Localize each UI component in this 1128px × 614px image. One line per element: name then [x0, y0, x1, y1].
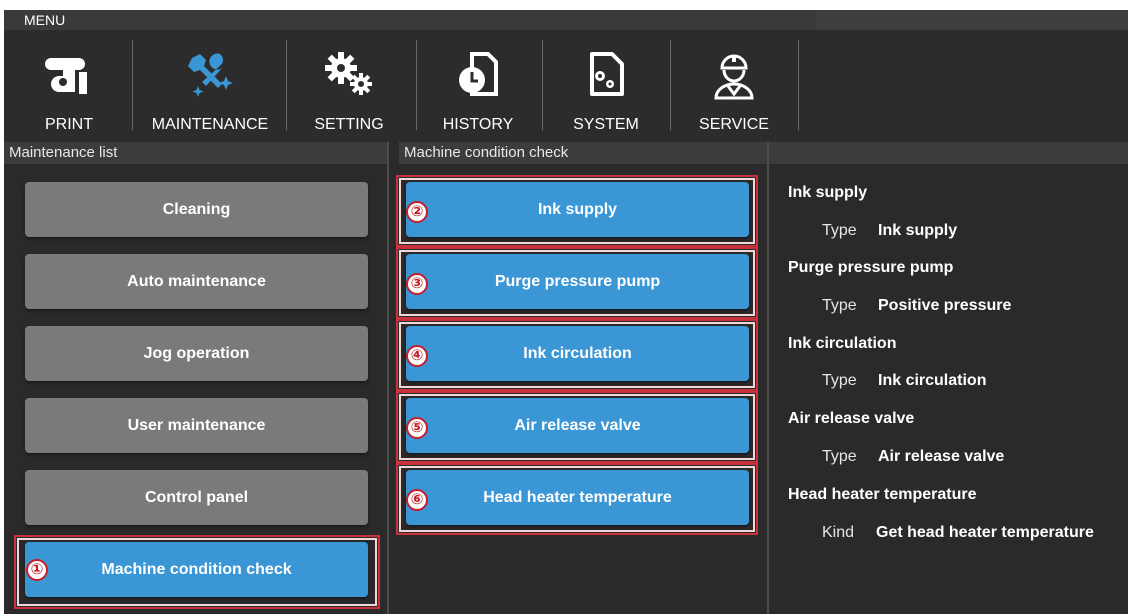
toolbar-system[interactable]: SYSTEM: [566, 30, 646, 142]
history-icon: [448, 44, 508, 104]
check-item-ink-circulation[interactable]: Ink circulation: [406, 326, 749, 381]
callout-number: ②: [406, 201, 428, 223]
print-icon: [39, 44, 99, 104]
maintenance-list-header: Maintenance list: [4, 142, 387, 164]
callout-number: ⑤: [406, 417, 428, 439]
detail-key: Type: [822, 222, 857, 239]
toolbar-separator: [132, 40, 133, 130]
maintenance-item-auto-maintenance[interactable]: Auto maintenance: [25, 254, 368, 309]
maintenance-item-control-panel[interactable]: Control panel: [25, 470, 368, 525]
maintenance-item-user-maintenance[interactable]: User maintenance: [25, 398, 368, 453]
maintenance-item-machine-condition-check[interactable]: Machine condition check: [25, 542, 368, 597]
maintenance-icon: [180, 44, 240, 104]
toolbar-print[interactable]: PRINT: [34, 30, 104, 142]
maintenance-item-cleaning[interactable]: Cleaning: [25, 182, 368, 237]
detail-value: Positive pressure: [878, 297, 1012, 314]
panel-divider: [767, 142, 769, 614]
toolbar-history[interactable]: HISTORY: [434, 30, 522, 142]
toolbar-print-label: PRINT: [45, 116, 93, 133]
callout-number: ⑥: [406, 489, 428, 511]
detail-key: Type: [822, 448, 857, 465]
system-icon: [576, 44, 636, 104]
toolbar-separator: [670, 40, 671, 130]
condition-check-header: Machine condition check: [399, 142, 767, 164]
toolbar-separator: [286, 40, 287, 130]
details-header: [769, 142, 1128, 164]
detail-value: Get head heater temperature: [876, 524, 1094, 541]
check-item-head-heater-temperature[interactable]: Head heater temperature: [406, 470, 749, 525]
check-item-air-release-valve[interactable]: Air release valve: [406, 398, 749, 453]
gears-icon: [319, 44, 379, 104]
toolbar-separator: [798, 40, 799, 130]
toolbar-maintenance-label: MAINTENANCE: [151, 116, 269, 133]
check-item-ink-supply[interactable]: Ink supply: [406, 182, 749, 237]
detail-title: Ink circulation: [788, 335, 897, 352]
toolbar-maintenance[interactable]: MAINTENANCE: [144, 30, 276, 142]
panel-divider: [387, 142, 389, 614]
detail-value: Air release valve: [878, 448, 1005, 465]
toolbar-history-label: HISTORY: [442, 116, 514, 133]
menu-bar-filler: [816, 10, 1128, 30]
toolbar-setting-label: SETTING: [314, 116, 384, 133]
app-window: MENU PRINT MAINTENANCE SETTING HISTORY S…: [4, 10, 1128, 614]
toolbar-service[interactable]: SERVICE: [694, 30, 774, 142]
detail-key: Type: [822, 372, 857, 389]
toolbar-separator: [542, 40, 543, 130]
detail-title: Ink supply: [788, 184, 868, 201]
main-toolbar: PRINT MAINTENANCE SETTING HISTORY SYSTEM…: [4, 30, 1128, 142]
detail-key: Type: [822, 297, 857, 314]
toolbar-service-label: SERVICE: [699, 116, 769, 133]
callout-number: ①: [26, 559, 48, 581]
toolbar-separator: [416, 40, 417, 130]
detail-key: Kind: [822, 524, 855, 541]
toolbar-system-label: SYSTEM: [573, 116, 639, 133]
service-icon: [704, 44, 764, 104]
maintenance-item-jog-operation[interactable]: Jog operation: [25, 326, 368, 381]
callout-number: ④: [406, 345, 428, 367]
check-item-purge-pressure-pump[interactable]: Purge pressure pump: [406, 254, 749, 309]
detail-value: Ink supply: [878, 222, 958, 239]
detail-title: Head heater temperature: [788, 486, 977, 503]
detail-title: Purge pressure pump: [788, 259, 954, 276]
callout-number: ③: [406, 273, 428, 295]
toolbar-setting[interactable]: SETTING: [306, 30, 392, 142]
detail-title: Air release valve: [788, 410, 915, 427]
detail-value: Ink circulation: [878, 372, 987, 389]
